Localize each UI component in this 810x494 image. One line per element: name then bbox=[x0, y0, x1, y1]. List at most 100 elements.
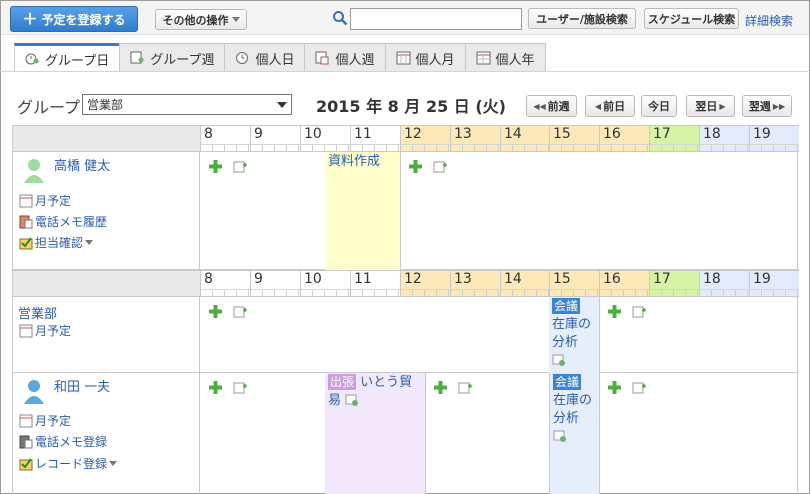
user-name[interactable]: 和田 一夫 bbox=[54, 376, 110, 395]
tab-personal-month[interactable]: 個人月 bbox=[384, 43, 466, 72]
hour-cell: 8 bbox=[200, 125, 250, 152]
hour-cell: 17 bbox=[649, 125, 699, 152]
schedule-event[interactable]: 会議 在庫の分析 bbox=[549, 297, 599, 373]
month-schedule-link[interactable]: 月予定 bbox=[19, 412, 71, 429]
register-schedule-button[interactable]: ＋ 予定を登録する bbox=[10, 6, 138, 32]
group-select[interactable]: 営業部 bbox=[82, 94, 292, 115]
schedule-event[interactable]: 資料作成 bbox=[325, 152, 400, 270]
hour-cell: 14 bbox=[500, 125, 549, 152]
add-memo-icon[interactable] bbox=[632, 305, 647, 318]
check-task-icon bbox=[19, 457, 33, 470]
add-schedule-icon[interactable] bbox=[434, 381, 447, 394]
month-calendar-icon bbox=[19, 414, 33, 427]
tab-label: 個人日 bbox=[255, 52, 295, 68]
tab-personal-week[interactable]: 個人週 bbox=[304, 43, 386, 72]
add-schedule-icon[interactable] bbox=[209, 305, 222, 318]
chevron-down-icon bbox=[277, 101, 287, 108]
other-operations-button[interactable]: その他の操作 bbox=[155, 9, 247, 30]
add-memo-icon[interactable] bbox=[458, 381, 473, 394]
register-schedule-label: 予定を登録する bbox=[41, 12, 126, 27]
hour-cell: 10 bbox=[300, 270, 350, 297]
phone-memo-history-link[interactable]: 電話メモ履歴 bbox=[19, 213, 107, 230]
hour-cell: 16 bbox=[599, 125, 649, 152]
tab-label: グループ週 bbox=[150, 52, 215, 68]
hour-cell: 16 bbox=[599, 270, 649, 297]
tabs-divider bbox=[0, 71, 810, 72]
hour-cell: 12 bbox=[400, 125, 450, 152]
month-schedule-link[interactable]: 月予定 bbox=[19, 192, 71, 209]
prev-day-button[interactable]: ◀ 前日 bbox=[585, 95, 635, 117]
chevron-down-icon bbox=[85, 240, 94, 245]
prev-week-button[interactable]: ◀◀ 前週 bbox=[526, 95, 577, 117]
advanced-search-link[interactable]: 詳細検索 bbox=[745, 12, 793, 29]
hour-cell: 15 bbox=[549, 125, 599, 152]
user-name[interactable]: 高橋 健太 bbox=[54, 155, 110, 174]
group-day-icon bbox=[25, 53, 39, 65]
search-input[interactable] bbox=[350, 8, 522, 30]
event-tag: 出張 bbox=[328, 374, 357, 390]
tab-group-week[interactable]: グループ週 bbox=[119, 43, 226, 72]
group-name[interactable]: 営業部 bbox=[18, 303, 57, 322]
record-register-link[interactable]: レコード登録 bbox=[19, 455, 118, 472]
chevron-down-icon bbox=[109, 461, 118, 466]
add-schedule-icon[interactable] bbox=[209, 381, 222, 394]
event-divider bbox=[400, 152, 401, 270]
schedule-search-button[interactable]: スケジュール検索 bbox=[644, 8, 739, 29]
add-schedule-icon[interactable] bbox=[409, 160, 422, 173]
hour-cell: 18 bbox=[699, 125, 749, 152]
hour-cell: 15 bbox=[549, 270, 599, 297]
add-memo-icon[interactable] bbox=[233, 381, 248, 394]
add-memo-icon[interactable] bbox=[233, 305, 248, 318]
year-calendar-icon bbox=[476, 51, 491, 65]
phone-memo-icon bbox=[19, 215, 33, 228]
add-schedule-icon[interactable] bbox=[608, 305, 621, 318]
hour-cell: 13 bbox=[450, 125, 500, 152]
phone-memo-register-link[interactable]: 電話メモ登録 bbox=[19, 433, 107, 450]
view-tabs: グループ日 グループ週 個人日 個人週 個人月 個人年 bbox=[14, 43, 546, 72]
event-divider bbox=[599, 297, 600, 373]
add-memo-icon[interactable] bbox=[433, 160, 448, 173]
hour-cell: 11 bbox=[350, 270, 400, 297]
hour-cell: 13 bbox=[450, 270, 500, 297]
event-tag: 会議 bbox=[552, 298, 581, 314]
user-row: 高橋 健太 月予定 電話メモ履歴 担当確認 資料作成 bbox=[13, 152, 799, 270]
phone-memo-icon bbox=[19, 435, 33, 448]
week-calendar-icon bbox=[315, 51, 329, 65]
next-week-label: 翌週 bbox=[748, 100, 771, 113]
user-cell: 和田 一夫 月予定 電話メモ登録 レコード登録 bbox=[13, 373, 200, 494]
user-facility-search-button[interactable]: ユーザー/施設検索 bbox=[528, 8, 636, 29]
hour-cell: 19 bbox=[749, 270, 799, 297]
right-arrow-icon: ▶ bbox=[719, 101, 726, 111]
hour-header-corner bbox=[13, 125, 200, 152]
hour-cell: 9 bbox=[250, 270, 300, 297]
schedule-search-label: スケジュール検索 bbox=[647, 12, 736, 26]
assignment-check-link[interactable]: 担当確認 bbox=[19, 234, 94, 251]
next-week-button[interactable]: 翌週 ▶▶ bbox=[742, 95, 792, 117]
tab-label: 個人月 bbox=[415, 52, 455, 68]
add-memo-icon[interactable] bbox=[632, 381, 647, 394]
schedule-event[interactable]: 出張 いとう貿易 bbox=[325, 373, 425, 494]
group-row: 営業部 月予定 会議 在庫の分析 bbox=[13, 297, 799, 373]
plus-icon: ＋ bbox=[22, 9, 38, 28]
search-icon[interactable] bbox=[332, 10, 348, 26]
tab-personal-day[interactable]: 個人日 bbox=[224, 43, 306, 72]
add-memo-icon[interactable] bbox=[233, 160, 248, 173]
chevron-down-icon bbox=[231, 17, 240, 22]
event-title: 在庫の分析 bbox=[552, 317, 592, 350]
group-select-value: 営業部 bbox=[87, 98, 124, 112]
add-schedule-icon[interactable] bbox=[608, 381, 621, 394]
group-cell: 営業部 月予定 bbox=[13, 297, 200, 372]
schedule-grid: 8 9 10 11 12 13 14 15 16 17 18 19 高橋 健太 … bbox=[12, 125, 799, 494]
add-schedule-icon[interactable] bbox=[209, 160, 222, 173]
hour-cell: 18 bbox=[699, 270, 749, 297]
event-title: 資料作成 bbox=[328, 154, 381, 169]
group-label: グループ bbox=[17, 98, 81, 117]
next-day-button[interactable]: 翌日 ▶ bbox=[686, 95, 735, 117]
hour-cell: 9 bbox=[250, 125, 300, 152]
tab-personal-year[interactable]: 個人年 bbox=[464, 43, 546, 72]
tab-group-day[interactable]: グループ日 bbox=[14, 43, 121, 72]
month-schedule-link[interactable]: 月予定 bbox=[19, 322, 71, 339]
schedule-event[interactable]: 会議 在庫の分析 bbox=[550, 373, 599, 494]
facility-icon bbox=[345, 394, 359, 406]
today-button[interactable]: 今日 bbox=[641, 95, 677, 117]
